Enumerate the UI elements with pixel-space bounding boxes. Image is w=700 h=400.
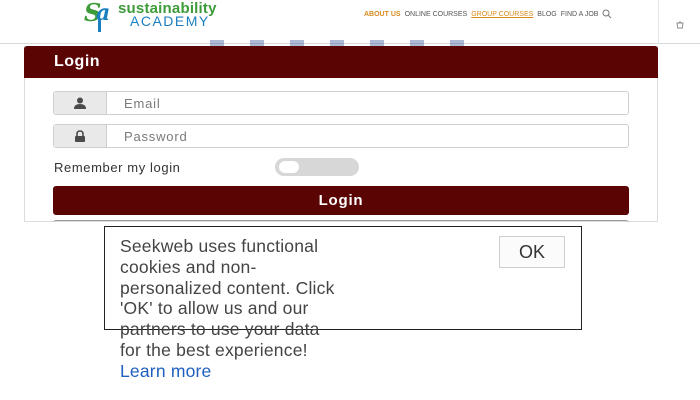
site-logo[interactable]: S a sustainability ACADEMY: [84, 0, 217, 36]
user-icon: [74, 97, 86, 109]
next-button-edge: [53, 220, 629, 223]
logo-text: sustainability ACADEMY: [118, 1, 217, 29]
nav-about-us[interactable]: ABOUT US: [364, 11, 401, 18]
cart-icon[interactable]: [676, 21, 684, 29]
learn-more-link[interactable]: Learn more: [120, 361, 440, 382]
cookie-line: cookies and non-: [120, 256, 257, 277]
site-header: S a sustainability ACADEMY ABOUT US ONLI…: [0, 0, 700, 44]
nav-blog[interactable]: BLOG: [537, 11, 556, 18]
nav-online-courses[interactable]: ONLINE COURSES: [405, 11, 468, 18]
toggle-knob: [279, 161, 299, 173]
email-field[interactable]: Email: [53, 91, 629, 115]
remember-toggle[interactable]: [275, 158, 359, 176]
cookie-ok-button[interactable]: OK: [499, 236, 565, 268]
remember-label: Remember my login: [54, 160, 181, 175]
email-input[interactable]: Email: [107, 92, 628, 114]
logo-tree-trunk: [98, 20, 101, 32]
cookie-line: 'OK' to allow us and our: [120, 298, 309, 319]
password-input[interactable]: Password: [107, 125, 628, 147]
header-divider: [658, 0, 659, 44]
cookie-line: partners to use your data: [120, 319, 320, 340]
email-addon: [54, 92, 107, 114]
cookie-line: for the best experience!: [120, 339, 308, 360]
cookie-line: Seekweb uses functional: [120, 236, 319, 256]
password-addon: [54, 125, 107, 147]
nav-group-courses[interactable]: GROUP COURSES: [471, 11, 533, 18]
password-field[interactable]: Password: [53, 124, 629, 148]
cookie-message: Seekweb uses functional cookies and non-…: [120, 236, 440, 382]
lock-icon: [75, 130, 85, 142]
logo-text-line2: ACADEMY: [130, 13, 210, 29]
nav-find-a-job[interactable]: FIND A JOB: [561, 11, 599, 18]
main-nav: ABOUT US ONLINE COURSES GROUP COURSES BL…: [364, 11, 598, 18]
logo-mark: S a: [84, 0, 118, 34]
login-title: Login: [54, 53, 101, 70]
cookie-line: personalized content. Click: [120, 277, 335, 298]
search-icon[interactable]: [602, 9, 612, 19]
login-panel-header: Login: [24, 46, 658, 78]
login-button[interactable]: Login: [53, 186, 629, 215]
